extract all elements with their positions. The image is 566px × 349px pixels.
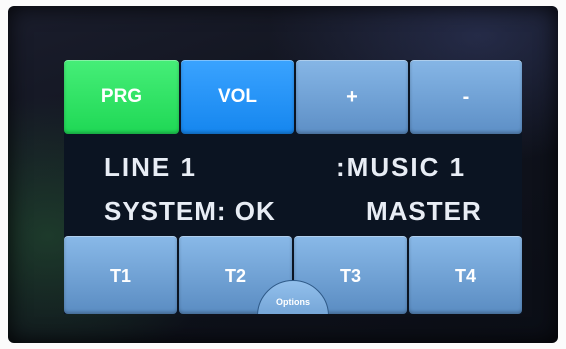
minus-button[interactable]: - <box>410 60 522 134</box>
plus-button[interactable]: + <box>296 60 408 134</box>
zone-label: MASTER <box>366 196 482 226</box>
status-display: LINE 1 :MUSIC 1 SYSTEM: OK MASTER <box>64 140 522 232</box>
line-label: LINE 1 <box>104 152 197 182</box>
screen-content: PRG VOL + - LINE 1 :MUSIC 1 SYSTEM: OK M… <box>64 60 522 314</box>
t1-button[interactable]: T1 <box>64 236 177 314</box>
screen-bezel: PRG VOL + - LINE 1 :MUSIC 1 SYSTEM: OK M… <box>8 6 558 343</box>
touch-screen: PRG VOL + - LINE 1 :MUSIC 1 SYSTEM: OK M… <box>64 60 522 314</box>
prg-button[interactable]: PRG <box>64 60 179 134</box>
t4-button[interactable]: T4 <box>409 236 522 314</box>
top-button-row: PRG VOL + - <box>64 60 522 134</box>
vol-button[interactable]: VOL <box>181 60 294 134</box>
control-panel-device: PRG VOL + - LINE 1 :MUSIC 1 SYSTEM: OK M… <box>0 0 566 349</box>
source-label: :MUSIC 1 <box>336 152 467 182</box>
system-status: SYSTEM: OK <box>104 196 276 226</box>
